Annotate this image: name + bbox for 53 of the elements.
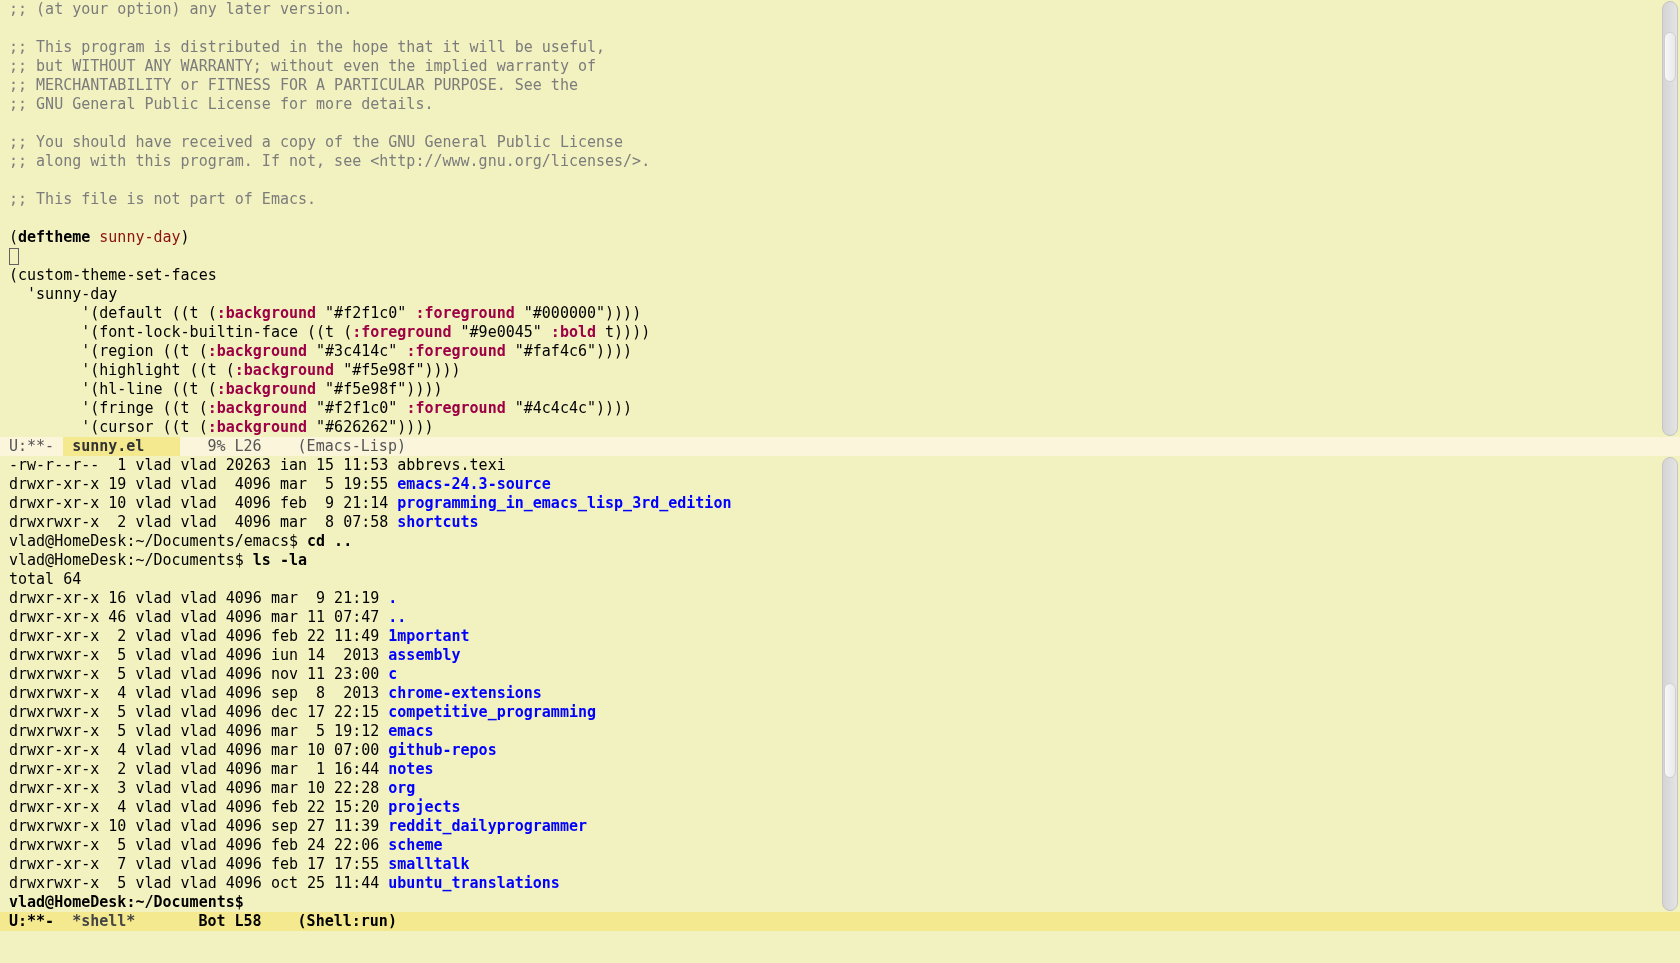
terminal-line: drwxrwxr-x 5 vlad vlad 4096 oct 25 11:44 ubuntu_translations	[9, 874, 561, 893]
code-line: ;; This file is not part of Emacs.	[9, 190, 318, 209]
code-line: (custom-theme-set-faces	[9, 266, 218, 285]
buffer-status: U:**-	[9, 912, 55, 931]
terminal-line: -rw-r--r-- 1 vlad vlad 20263 ian 15 11:53 abbrevs.texi	[9, 456, 507, 475]
code-line: '(cursor ((t (:background "#626262"))))	[80, 418, 435, 437]
terminal-line: vlad@HomeDesk:~/Documents$ ls -la	[9, 551, 309, 570]
code-line: '(hl-line ((t (:background "#f5e98f"))))	[80, 380, 444, 399]
terminal-line: drwxrwxr-x 2 vlad vlad 4096 mar 8 07:58 shortcuts	[9, 513, 480, 532]
code-line: ;; (at your option) any later version.	[9, 0, 354, 19]
scrollbar-thumb[interactable]	[1664, 32, 1676, 82]
code-line: (deftheme sunny-day)	[9, 228, 191, 247]
buffer-status: U:**-	[9, 437, 55, 456]
code-line: '(font-lock-builtin-face ((t (:foreground "#9e0045" :bold t))))	[80, 323, 652, 342]
terminal-line: drwxr-xr-x 46 vlad vlad 4096 mar 11 07:47 ..	[9, 608, 408, 627]
code-line: ;; You should have received a copy of the GNU General Public License	[9, 133, 625, 152]
code-line: '(highlight ((t (:background "#f5e98f"))))	[80, 361, 462, 380]
terminal-line: drwxr-xr-x 19 vlad vlad 4096 mar 5 19:55 emacs-24.3-source	[9, 475, 552, 494]
scrollbar-track[interactable]	[1662, 1, 1678, 436]
terminal-line: drwxrwxr-x 5 vlad vlad 4096 iun 14 2013 assembly	[9, 646, 462, 665]
terminal-line: drwxr-xr-x 7 vlad vlad 4096 feb 17 17:55 smalltalk	[9, 855, 471, 874]
terminal-line: drwxr-xr-x 4 vlad vlad 4096 mar 10 07:00 github-repos	[9, 741, 498, 760]
code-line: ;; but WITHOUT ANY WARRANTY; without even the implied warranty of	[9, 57, 597, 76]
terminal-line: drwxr-xr-x 4 vlad vlad 4096 feb 22 15:20 projects	[9, 798, 462, 817]
code-line: ;; GNU General Public License for more details.	[9, 95, 435, 114]
terminal-line: vlad@HomeDesk:~/Documents/emacs$ cd ..	[9, 532, 354, 551]
terminal-line: drwxrwxr-x 5 vlad vlad 4096 dec 17 22:15 competitive_programming	[9, 703, 597, 722]
terminal-line: drwxrwxr-x 10 vlad vlad 4096 sep 27 11:39 reddit_dailyprogrammer	[9, 817, 588, 836]
terminal-line: drwxr-xr-x 3 vlad vlad 4096 mar 10 22:28 org	[9, 779, 417, 798]
code-line: ;; along with this program. If not, see <http://www.gnu.org/licenses/>.	[9, 152, 652, 171]
scrollbar-thumb[interactable]	[1664, 683, 1676, 778]
terminal-line: drwxrwxr-x 4 vlad vlad 4096 sep 8 2013 chrome-extensions	[9, 684, 543, 703]
terminal-line: drwxrwxr-x 5 vlad vlad 4096 feb 24 22:06 scheme	[9, 836, 444, 855]
major-mode: (Emacs-Lisp)	[297, 437, 406, 456]
major-mode: (Shell:run)	[297, 912, 397, 931]
code-line: '(region ((t (:background "#3c414c" :foreground "#faf4c6"))))	[80, 342, 634, 361]
terminal-line: drwxr-xr-x 2 vlad vlad 4096 mar 1 16:44 notes	[9, 760, 435, 779]
buffer-name: sunny.el	[63, 437, 181, 456]
buffer-position: Bot L58	[198, 912, 262, 931]
code-line: '(default ((t (:background "#f2f1c0" :foreground "#000000"))))	[80, 304, 643, 323]
terminal-line: drwxrwxr-x 5 vlad vlad 4096 mar 5 19:12 emacs	[9, 722, 435, 741]
terminal-line: drwxr-xr-x 16 vlad vlad 4096 mar 9 21:19 .	[9, 589, 399, 608]
code-line: ;; MERCHANTABILITY or FITNESS FOR A PARTICULAR PURPOSE. See the	[9, 76, 579, 95]
scrollbar-track[interactable]	[1662, 457, 1678, 911]
terminal-line: vlad@HomeDesk:~/Documents$	[9, 893, 245, 912]
terminal-line: drwxr-xr-x 2 vlad vlad 4096 feb 22 11:49 1mportant	[9, 627, 471, 646]
code-line: '(fringe ((t (:background "#f2f1c0" :foreground "#4c4c4c"))))	[80, 399, 634, 418]
buffer-position: 9% L26	[207, 437, 262, 456]
terminal-line: drwxr-xr-x 10 vlad vlad 4096 feb 9 21:14 programming_in_emacs_lisp_3rd_edition	[9, 494, 733, 513]
code-line: 'sunny-day	[26, 285, 119, 304]
terminal-line: total 64	[9, 570, 83, 589]
code-line: ;; This program is distributed in the hope that it will be useful,	[9, 38, 607, 57]
terminal-line: drwxrwxr-x 5 vlad vlad 4096 nov 11 23:00 c	[9, 665, 399, 684]
